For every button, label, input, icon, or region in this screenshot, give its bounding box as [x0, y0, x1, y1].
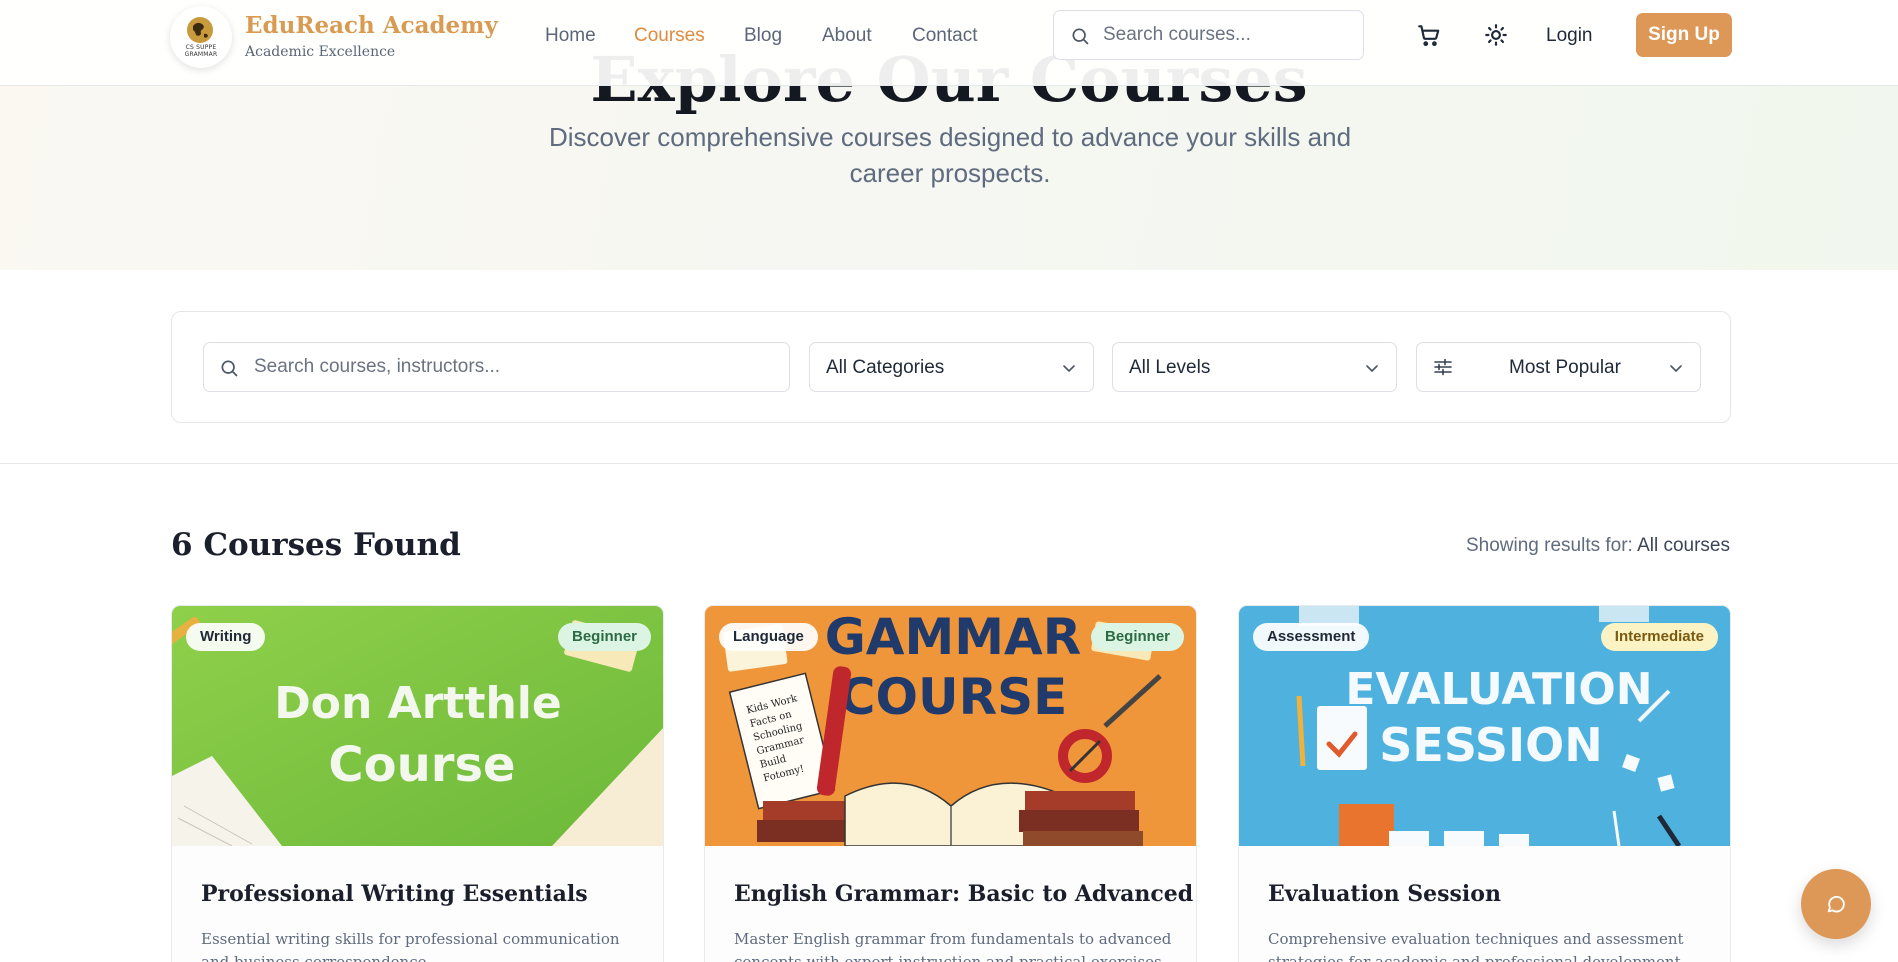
logo-text: CS SUPPE GRAMMAR	[184, 44, 218, 58]
category-select[interactable]: All Categories	[809, 342, 1094, 392]
course-image-text: EVALUATION	[1345, 664, 1652, 715]
filter-panel: All Categories All Levels Most Popular	[171, 311, 1731, 423]
login-link[interactable]: Login	[1546, 23, 1593, 49]
course-card[interactable]: Don Artthle Course Writing Beginner Prof…	[171, 605, 664, 962]
level-select[interactable]: All Levels	[1112, 342, 1397, 392]
course-image-text: Don Artthle	[274, 678, 561, 729]
sort-select-value: Most Popular	[1509, 357, 1621, 378]
level-badge: Intermediate	[1600, 623, 1718, 651]
course-search-box	[203, 342, 790, 392]
nav-search-box	[1053, 10, 1364, 60]
course-description: Comprehensive evaluation techniques and …	[1268, 930, 1686, 962]
chat-icon	[1827, 895, 1845, 913]
course-image-text: Course	[328, 737, 515, 793]
brand-name[interactable]: EduReach Academy	[245, 12, 498, 39]
category-select-value: All Categories	[826, 357, 945, 378]
level-select-value: All Levels	[1129, 357, 1211, 378]
chevron-down-icon	[1366, 365, 1378, 373]
hero-subtitle: Discover comprehensive courses designed …	[548, 122, 1352, 188]
results-count: 6 Courses Found	[171, 527, 461, 563]
search-icon	[1072, 28, 1089, 45]
globe-logo-icon	[187, 17, 213, 43]
signup-button[interactable]: Sign Up	[1636, 13, 1732, 57]
results-info-value: All courses	[1637, 535, 1730, 556]
course-card[interactable]: EVALUATION SESSION Assessment Intermedia…	[1238, 605, 1731, 962]
course-title[interactable]: English Grammar: Basic to Advanced	[734, 879, 1193, 909]
chat-button[interactable]	[1801, 869, 1871, 939]
course-image: Don Artthle Course Writing Beginner	[172, 606, 663, 846]
brand-tagline: Academic Excellence	[245, 44, 396, 60]
section-divider	[0, 463, 1898, 464]
nav-link-contact[interactable]: Contact	[912, 23, 977, 49]
nav-link-home[interactable]: Home	[545, 23, 596, 49]
sun-icon[interactable]	[1483, 22, 1509, 48]
sliders-icon	[1434, 358, 1452, 376]
course-title[interactable]: Professional Writing Essentials	[201, 879, 588, 909]
level-badge: Beginner	[1090, 623, 1184, 651]
course-image-text: GAMMAR	[825, 608, 1081, 666]
course-card[interactable]: GAMMAR COURSE Kids Work Facts on Schooli…	[704, 605, 1197, 962]
nav-link-courses[interactable]: Courses	[634, 23, 705, 49]
logo[interactable]: CS SUPPE GRAMMAR	[170, 6, 232, 68]
level-badge: Beginner	[557, 623, 651, 651]
results-info-prefix: Showing results for:	[1465, 535, 1638, 556]
category-badge: Writing	[186, 623, 266, 651]
course-description: Master English grammar from fundamentals…	[734, 930, 1172, 962]
category-badge: Language	[719, 623, 818, 651]
chevron-down-icon	[1670, 365, 1682, 373]
course-image: EVALUATION SESSION Assessment Intermedia…	[1239, 606, 1730, 846]
nav-link-about[interactable]: About	[822, 23, 872, 49]
results-info: Showing results for: All courses	[1466, 533, 1730, 559]
sort-select[interactable]: Most Popular	[1416, 342, 1701, 392]
course-image-text: COURSE	[839, 668, 1067, 726]
page: Explore Our Courses Discover comprehensi…	[0, 0, 1898, 962]
course-image-text: SESSION	[1379, 718, 1602, 772]
course-description: Essential writing skills for professiona…	[201, 930, 620, 962]
nav-link-blog[interactable]: Blog	[744, 23, 782, 49]
course-search-input[interactable]	[254, 343, 774, 391]
search-icon	[221, 360, 238, 377]
chevron-down-icon	[1063, 365, 1075, 373]
course-image: GAMMAR COURSE Kids Work Facts on Schooli…	[705, 606, 1196, 846]
top-navbar: CS SUPPE GRAMMAR EduReach Academy Academ…	[0, 0, 1898, 86]
course-title[interactable]: Evaluation Session	[1268, 879, 1501, 909]
category-badge: Assessment	[1253, 623, 1370, 651]
cart-icon[interactable]	[1416, 22, 1442, 48]
nav-search-input[interactable]	[1103, 11, 1353, 59]
